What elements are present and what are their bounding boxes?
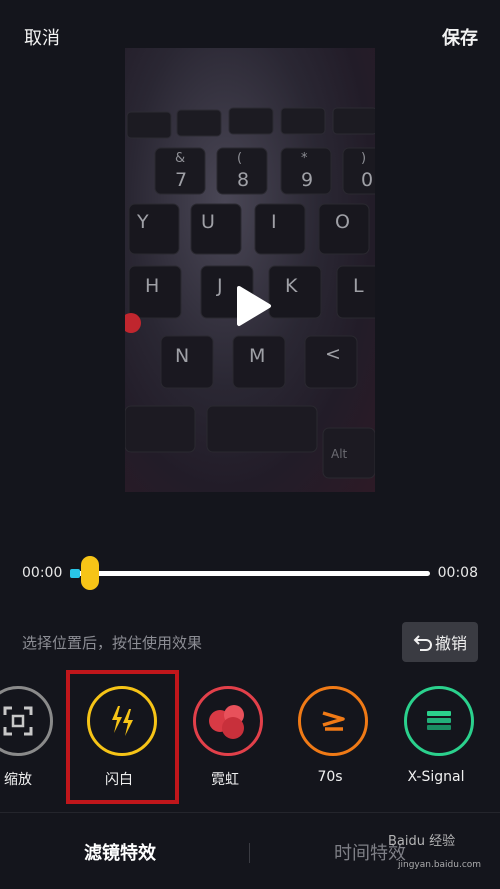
selected-effect-highlight	[66, 670, 179, 804]
play-icon[interactable]	[233, 284, 273, 328]
key-legend-y: Y	[136, 211, 149, 233]
key-legend-lparen: (	[237, 151, 242, 166]
effect-x-signal-ring	[404, 686, 474, 756]
key-legend-k: K	[285, 275, 298, 297]
watermark-brand: Baidu 经验	[388, 834, 456, 849]
key-legend-h: H	[145, 275, 159, 297]
effect-x-signal-label: X-Signal	[407, 769, 465, 785]
cancel-button[interactable]: 取消	[24, 24, 60, 50]
key-legend-alt: Alt	[331, 447, 348, 461]
signal-bars-icon	[427, 711, 451, 730]
key-legend-lt: <	[325, 343, 341, 365]
watermark-url: jingyan.baidu.com	[398, 860, 482, 870]
effect-marker	[70, 569, 80, 578]
save-button[interactable]: 保存	[442, 24, 478, 50]
undo-label: 撤销	[434, 634, 467, 653]
keyboard-video-frame: 7 8 9 0 Y U I O H J K L N M < & ( * ) Al…	[125, 107, 375, 479]
undo-arrow-icon	[413, 635, 432, 651]
effect-70s-label: 70s	[317, 769, 343, 785]
bottom-tab-bar: 滤镜特效 时间特效	[0, 812, 500, 889]
key-legend-rparen: )	[361, 151, 366, 166]
key-legend-i: I	[271, 211, 277, 233]
effect-zoom-label: 缩放	[4, 772, 32, 788]
key-legend-o: O	[335, 211, 350, 233]
end-time: 00:08	[437, 565, 478, 581]
key-legend-star: *	[301, 151, 308, 166]
effect-zoom-ring	[0, 686, 53, 756]
timeline-handle[interactable]	[81, 556, 99, 590]
key-legend-amp: &	[175, 151, 185, 166]
seventies-icon	[322, 711, 345, 731]
key-legend-9: 9	[301, 169, 313, 191]
key-legend-8: 8	[237, 169, 249, 191]
timeline-track[interactable]	[70, 571, 430, 576]
key-legend-j: J	[216, 275, 223, 297]
key-legend-0: 0	[361, 169, 373, 191]
undo-button[interactable]: 撤销	[402, 622, 478, 662]
video-preview[interactable]: 7 8 9 0 Y U I O H J K L N M < & ( * ) Al…	[125, 48, 375, 492]
effect-70s-ring	[298, 686, 368, 756]
start-time: 00:00	[22, 565, 63, 581]
key-legend-m: M	[249, 345, 265, 367]
effect-neon-label: 霓虹	[211, 772, 239, 788]
key-legend-l: L	[353, 275, 364, 297]
key-legend-n: N	[175, 345, 189, 367]
key-legend-7: 7	[175, 169, 187, 191]
key-legend-u: U	[201, 211, 215, 233]
hint-text: 选择位置后，按住使用效果	[22, 634, 203, 652]
tab-divider	[249, 843, 250, 863]
tab-filter-effects[interactable]: 滤镜特效	[84, 839, 156, 865]
neon-circles-icon	[209, 705, 244, 739]
effect-neon-ring	[193, 686, 263, 756]
timeline: 00:00 00:08	[0, 556, 500, 592]
zoom-frame-icon	[3, 706, 33, 736]
